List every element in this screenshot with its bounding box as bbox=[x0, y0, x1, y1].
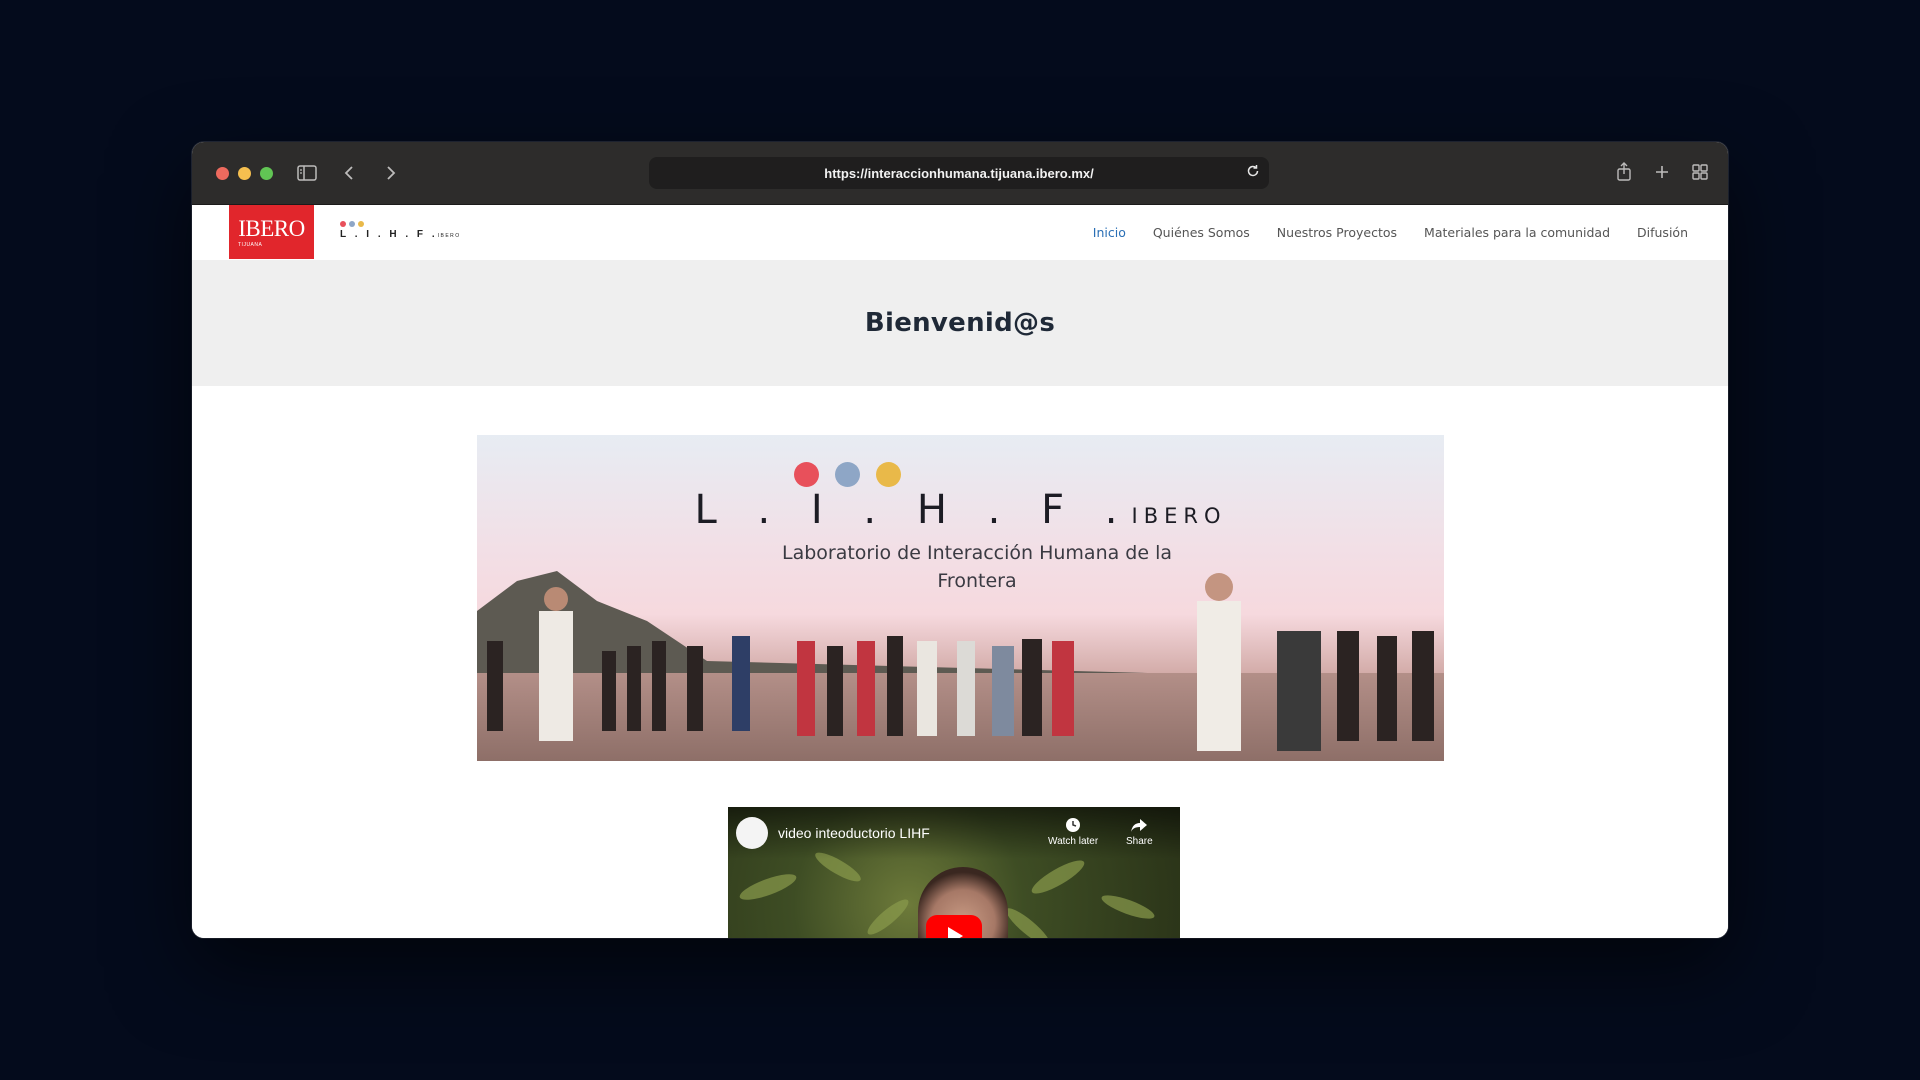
browser-toolbar: https://interaccionhumana.tijuana.ibero.… bbox=[192, 142, 1728, 205]
banner-overlay: L . I . H . F .IBERO Laboratorio de Inte… bbox=[477, 435, 1444, 761]
close-window-button[interactable] bbox=[216, 166, 229, 180]
ibero-logo-text: IBERO bbox=[238, 215, 305, 241]
nav-link-inicio[interactable]: Inicio bbox=[1093, 225, 1126, 240]
lihf-logo-dots bbox=[340, 221, 461, 227]
video-title[interactable]: video inteoductorio LIHF bbox=[778, 825, 930, 841]
banner-dot-blue bbox=[835, 462, 860, 487]
nav-link-materiales[interactable]: Materiales para la comunidad bbox=[1424, 225, 1610, 240]
lihf-banner-image: L . I . H . F .IBERO Laboratorio de Inte… bbox=[477, 435, 1444, 761]
window-controls bbox=[216, 166, 273, 180]
logo-dot-blue bbox=[349, 221, 355, 227]
nav-link-quienes-somos[interactable]: Quiénes Somos bbox=[1153, 225, 1250, 240]
address-bar[interactable]: https://interaccionhumana.tijuana.ibero.… bbox=[649, 157, 1269, 189]
logo-dot-red bbox=[340, 221, 346, 227]
lihf-logo[interactable]: L . I . H . F .IBERO bbox=[340, 221, 461, 240]
lihf-logo-text: L . I . H . F .IBERO bbox=[340, 229, 461, 240]
share-icon[interactable] bbox=[1610, 158, 1638, 186]
banner-logo-dots bbox=[794, 462, 901, 487]
banner-dot-yellow bbox=[876, 462, 901, 487]
browser-window: https://interaccionhumana.tijuana.ibero.… bbox=[192, 142, 1728, 938]
ibero-logo-subtext: TIJUANA bbox=[238, 241, 263, 248]
nav-link-nuestros-proyectos[interactable]: Nuestros Proyectos bbox=[1277, 225, 1397, 240]
embedded-youtube-video[interactable]: video inteoductorio LIHF Watch later Sha… bbox=[728, 807, 1180, 938]
nav-link-difusion[interactable]: Difusión bbox=[1637, 225, 1688, 240]
banner-subtitle: Laboratorio de Interacción Humana de la … bbox=[781, 542, 1173, 592]
site-header: IBERO TIJUANA L . I . H . F .IBERO Inici… bbox=[192, 205, 1728, 260]
page-title: Bienvenid@s bbox=[864, 308, 1056, 338]
sidebar-toggle-icon[interactable] bbox=[293, 159, 321, 187]
main-navigation: Inicio Quiénes Somos Nuestros Proyectos … bbox=[1093, 205, 1688, 260]
watch-later-button[interactable]: Watch later bbox=[1048, 817, 1098, 847]
play-button[interactable] bbox=[926, 915, 982, 938]
logo-dot-yellow bbox=[358, 221, 364, 227]
ibero-logo[interactable]: IBERO TIJUANA bbox=[229, 205, 314, 259]
watch-later-label: Watch later bbox=[1048, 836, 1099, 847]
back-arrow-icon[interactable] bbox=[335, 159, 363, 187]
share-arrow-icon bbox=[1131, 819, 1148, 832]
share-label: Share bbox=[1126, 836, 1153, 847]
main-content: L . I . H . F .IBERO Laboratorio de Inte… bbox=[192, 386, 1728, 938]
banner-lihf-title: L . I . H . F .IBERO bbox=[694, 487, 1227, 533]
forward-arrow-icon[interactable] bbox=[377, 159, 405, 187]
banner-dot-red bbox=[794, 462, 819, 487]
tab-overview-icon[interactable] bbox=[1686, 158, 1714, 186]
reload-icon[interactable] bbox=[1245, 163, 1261, 182]
new-tab-icon[interactable] bbox=[1648, 158, 1676, 186]
clock-icon bbox=[1066, 818, 1081, 832]
page-title-band: Bienvenid@s bbox=[192, 260, 1728, 386]
url-text: https://interaccionhumana.tijuana.ibero.… bbox=[824, 165, 1094, 181]
channel-avatar[interactable] bbox=[736, 817, 768, 849]
minimize-window-button[interactable] bbox=[238, 166, 251, 180]
zoom-window-button[interactable] bbox=[260, 166, 273, 180]
share-video-button[interactable]: Share bbox=[1126, 817, 1153, 847]
